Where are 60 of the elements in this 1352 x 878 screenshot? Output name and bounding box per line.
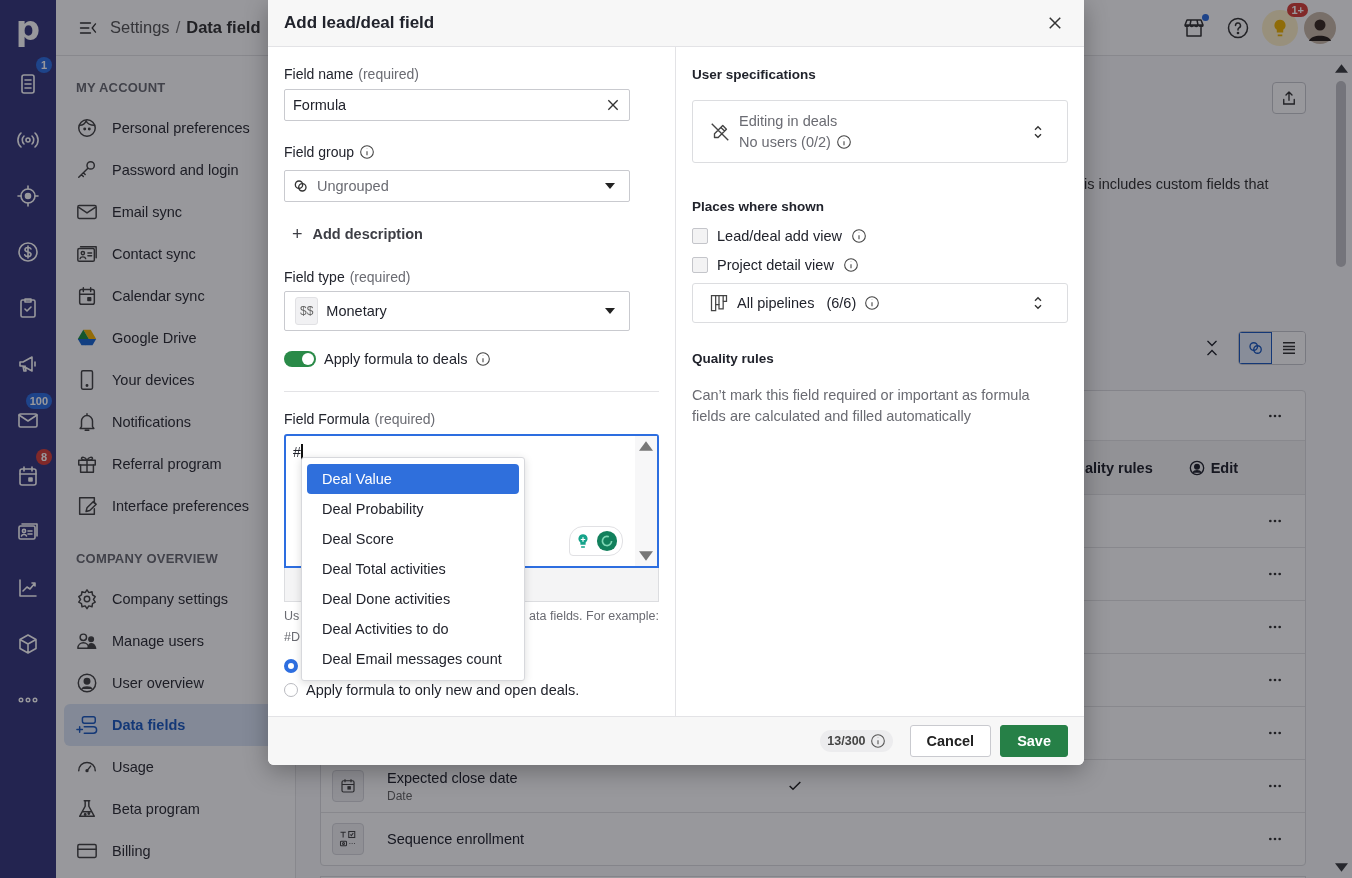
item-label: Notifications: [112, 414, 191, 430]
toggle-label: Apply formula to deals: [324, 351, 468, 367]
section-heading: Quality rules: [692, 349, 775, 368]
permission-title: Editing in deals: [739, 113, 839, 129]
item-label: Personal preferences: [112, 120, 250, 136]
column-header: ality rules: [1085, 459, 1153, 476]
quality-note: Can’t mark this field required or important as formula fields are calculated and filled automatically: [692, 386, 1031, 426]
field-value: Ungrouped: [317, 178, 389, 194]
help-text: #D: [284, 629, 300, 646]
column-header: Edit: [1210, 459, 1239, 476]
item-label: Billing: [112, 843, 151, 859]
item-label: Your devices: [112, 372, 195, 388]
item-label: Contact sync: [112, 246, 196, 262]
item-label: Manage users: [112, 633, 204, 649]
item-label: Usage: [112, 759, 154, 775]
item-label: Beta program: [112, 801, 200, 817]
counter-text: 13/300: [827, 734, 866, 748]
help-text: ata fields. For example:: [529, 608, 659, 625]
required-hint: (required): [374, 411, 436, 427]
field-label: Field group: [284, 144, 355, 160]
item-label: Calendar sync: [112, 288, 205, 304]
count-badge: 8: [36, 449, 52, 465]
count-badge: 1+: [1287, 2, 1308, 17]
field-label: Field Formula: [284, 411, 370, 427]
dialog-title: Add lead/deal field: [284, 13, 436, 33]
item-label: Email sync: [112, 204, 183, 220]
field-label: Field name: [284, 66, 354, 82]
section-heading: MY ACCOUNT: [75, 80, 167, 97]
permission-value: No users (0/2): [739, 134, 831, 150]
pipelines-count: (6/6): [826, 295, 857, 311]
count-badge: 100: [25, 393, 52, 409]
item-label: Referral program: [112, 456, 222, 472]
field-value: #: [293, 444, 301, 460]
checkbox-label: Lead/deal add view: [717, 227, 842, 244]
field-value: Formula: [293, 97, 348, 113]
description-text: is includes custom fields that: [1084, 176, 1269, 192]
section-heading: Places where shown: [692, 197, 826, 216]
field-label: Field type: [284, 269, 345, 285]
item-label: Interface preferences: [112, 498, 250, 514]
field-name: Sequence enrollment: [387, 831, 526, 848]
checkbox-label: Project detail view: [717, 256, 834, 273]
item-label: Google Drive: [112, 330, 197, 346]
page-title: Data field: [186, 18, 261, 37]
required-hint: (required): [358, 66, 419, 82]
radio-label: Apply formula to only new and open deals.: [306, 682, 580, 698]
item-label: Password and login: [112, 162, 239, 178]
pipelines-label: All pipelines: [737, 295, 815, 311]
currency-icon: $$: [295, 297, 319, 325]
breadcrumb-separator: /: [175, 18, 181, 37]
count-badge: 1: [36, 57, 52, 73]
field-type: Date: [387, 788, 414, 803]
help-text: Us: [284, 608, 300, 625]
item-label: Data fields: [112, 717, 186, 733]
field-name: Expected close date: [387, 769, 519, 786]
section-heading: User specifications: [692, 65, 817, 84]
field-value: Monetary: [326, 303, 387, 319]
required-hint: (required): [349, 269, 411, 285]
item-label: User overview: [112, 675, 204, 691]
item-label: Company settings: [112, 591, 229, 607]
section-heading: COMPANY OVERVIEW: [75, 551, 219, 568]
